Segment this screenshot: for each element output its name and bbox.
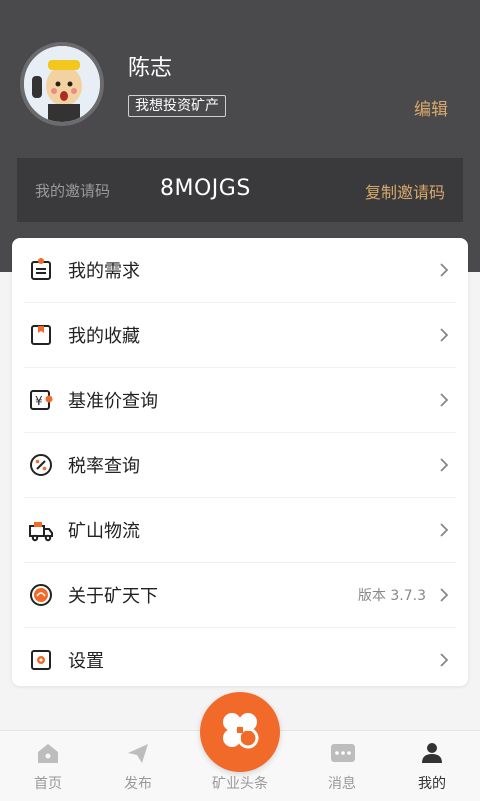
- bookmark-icon: [28, 322, 54, 348]
- menu-item-label: 设置: [68, 651, 104, 672]
- copy-invite-code-button[interactable]: 复制邀请码: [365, 179, 445, 203]
- profile-header: 陈志 我想投资矿产 编辑 我的邀请码 8MOJGS 复制邀请码: [0, 0, 480, 272]
- chevron-right-icon: [436, 652, 452, 668]
- tab-label: 矿业头条: [212, 776, 268, 792]
- user-icon: [420, 741, 444, 765]
- menu-item-benchmark-price[interactable]: ¥ 基准价查询: [24, 368, 456, 433]
- truck-icon: [28, 517, 54, 543]
- center-news-button[interactable]: [200, 692, 280, 772]
- tab-label: 消息: [328, 776, 356, 792]
- invite-code-panel: 我的邀请码 8MOJGS 复制邀请码: [17, 158, 463, 222]
- chevron-right-icon: [436, 392, 452, 408]
- menu-item-label: 我的需求: [68, 261, 140, 282]
- percent-icon: [28, 452, 54, 478]
- app-version: 版本 3.7.3: [357, 588, 426, 604]
- tab-messages[interactable]: 消息: [294, 731, 390, 801]
- user-name: 陈志: [128, 56, 173, 81]
- home-icon: [36, 741, 60, 765]
- logo-icon: [28, 582, 54, 608]
- message-icon: [330, 741, 355, 765]
- settings-icon: [28, 647, 54, 673]
- chevron-right-icon: [436, 522, 452, 538]
- avatar[interactable]: [20, 42, 104, 126]
- tab-label: 发布: [124, 776, 152, 792]
- chevron-right-icon: [436, 262, 452, 278]
- menu-item-label: 关于矿天下: [68, 586, 158, 607]
- menu-item-settings[interactable]: 设置: [24, 628, 456, 686]
- tab-label: 我的: [418, 776, 446, 792]
- menu-item-mine-logistics[interactable]: 矿山物流: [24, 498, 456, 563]
- tab-publish[interactable]: 发布: [90, 731, 186, 801]
- invite-code: 8MOJGS: [160, 176, 251, 201]
- menu-item-tax-rate[interactable]: 税率查询: [24, 433, 456, 498]
- menu-item-label: 税率查询: [68, 456, 140, 477]
- chevron-right-icon: [436, 327, 452, 343]
- tab-home[interactable]: 首页: [0, 731, 96, 801]
- clipboard-icon: [28, 257, 54, 283]
- menu-item-about[interactable]: 关于矿天下 版本 3.7.3: [24, 563, 456, 628]
- yen-price-icon: ¥: [28, 387, 54, 413]
- send-icon: [126, 741, 150, 765]
- user-tag: 我想投资矿产: [128, 95, 226, 117]
- svg-text:¥: ¥: [35, 394, 43, 408]
- chevron-right-icon: [436, 587, 452, 603]
- menu-item-label: 基准价查询: [68, 391, 158, 412]
- chevron-right-icon: [436, 457, 452, 473]
- menu-list: 我的需求 我的收藏 ¥ 基准价查询 税率查询 矿山物流 关于矿天下 版本 3.7…: [12, 238, 468, 686]
- clover-icon: [218, 708, 262, 756]
- tab-mine[interactable]: 我的: [384, 731, 480, 801]
- menu-item-my-favorites[interactable]: 我的收藏: [24, 303, 456, 368]
- edit-profile-button[interactable]: 编辑: [414, 95, 448, 120]
- menu-item-label: 矿山物流: [68, 521, 140, 542]
- tab-label: 首页: [34, 776, 62, 792]
- menu-item-my-demand[interactable]: 我的需求: [24, 238, 456, 303]
- invite-label: 我的邀请码: [35, 182, 111, 200]
- menu-item-label: 我的收藏: [68, 326, 140, 347]
